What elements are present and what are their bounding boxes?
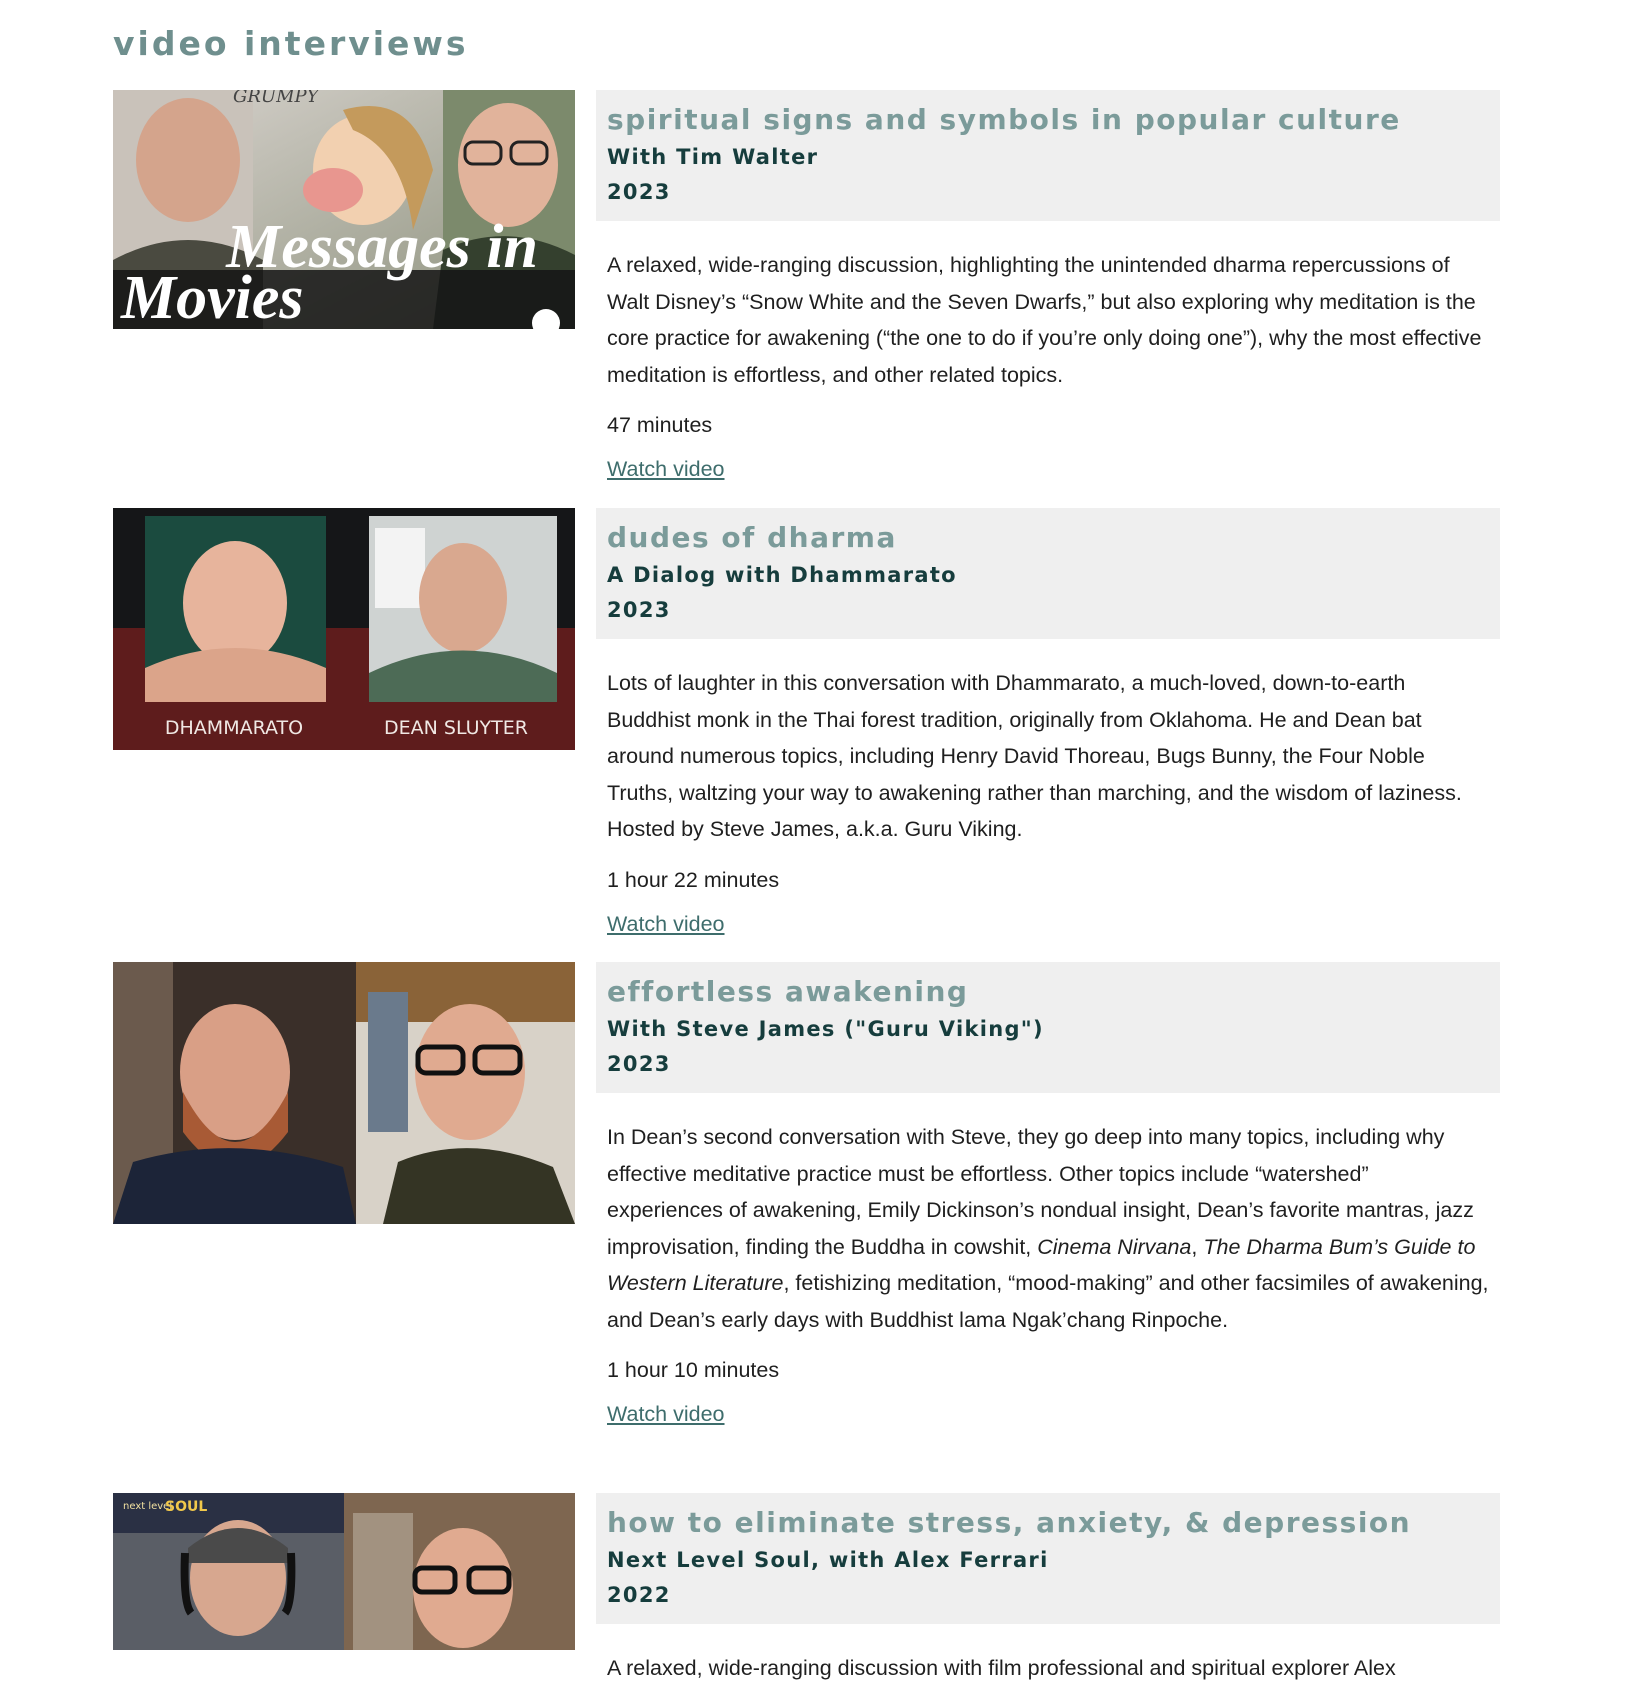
entry-year: 2023 <box>607 1052 671 1076</box>
entry-description: A relaxed, wide-ranging discussion, high… <box>607 253 1482 387</box>
entry-subtitle: Next Level Soul, with Alex Ferrari <box>607 1548 1049 1572</box>
entry-description: Lots of laughter in this conversation wi… <box>607 671 1462 841</box>
entry-info: spiritual signs and symbols in popular c… <box>596 90 1500 482</box>
thumb-text-line2: Movies <box>120 264 304 329</box>
video-thumbnail[interactable] <box>113 962 575 1224</box>
entry-title: dudes of dharma <box>607 521 897 554</box>
thumb-scribble: GRUMPY <box>233 90 321 107</box>
thumbnail-image: next level SOUL <box>113 1493 575 1650</box>
entry-year: 2023 <box>607 180 671 204</box>
thumbnail-image: DHAMMARATO DEAN SLUYTER <box>113 508 575 750</box>
entry-description: A relaxed, wide-ranging discussion with … <box>607 1656 1396 1680</box>
section-title: video interviews <box>113 24 469 63</box>
watch-video-link[interactable]: Watch video <box>607 1402 725 1427</box>
entry-info: how to eliminate stress, anxiety, & depr… <box>596 1493 1500 1687</box>
watch-video-link[interactable]: Watch video <box>607 457 725 482</box>
entry-duration: 1 hour 22 minutes <box>607 867 780 892</box>
entry-subtitle: A Dialog with Dhammarato <box>607 563 957 587</box>
entry-info: effortless awakening With Steve James ("… <box>596 962 1500 1427</box>
watch-video-link[interactable]: Watch video <box>607 912 725 937</box>
thumb-label-right: DEAN SLUYTER <box>384 717 528 739</box>
entry-duration: 47 minutes <box>607 413 713 437</box>
thumb-badge-big: SOUL <box>165 1499 207 1515</box>
video-thumbnail[interactable]: next level SOUL <box>113 1493 575 1650</box>
video-thumbnail[interactable]: DHAMMARATO DEAN SLUYTER <box>113 508 575 750</box>
entry-subtitle: With Tim Walter <box>607 145 819 169</box>
thumb-label-left: DHAMMARATO <box>165 717 303 739</box>
entry-year: 2022 <box>607 1583 671 1607</box>
book-title: Cinema Nirvana <box>1037 1234 1192 1259</box>
entry-duration: 1 hour 10 minutes <box>607 1358 780 1382</box>
entry-header: dudes of dharma A Dialog with Dhammarato… <box>596 508 1500 639</box>
entry-subtitle: With Steve James ("Guru Viking") <box>607 1017 1044 1041</box>
entry-title: effortless awakening <box>607 975 969 1008</box>
thumbnail-image <box>113 962 575 1224</box>
entry-description: In Dean’s second conversation with Steve… <box>607 1125 1489 1332</box>
entry-header: effortless awakening With Steve James ("… <box>596 962 1500 1093</box>
entry-title: spiritual signs and symbols in popular c… <box>607 103 1401 136</box>
thumbnail-image: GRUMPY Messages in Movies <box>113 90 575 329</box>
video-thumbnail[interactable]: GRUMPY Messages in Movies <box>113 90 575 329</box>
entry-title: how to eliminate stress, anxiety, & depr… <box>607 1506 1412 1539</box>
entry-info: dudes of dharma A Dialog with Dhammarato… <box>596 508 1500 937</box>
entry-header: spiritual signs and symbols in popular c… <box>596 90 1500 221</box>
entry-header: how to eliminate stress, anxiety, & depr… <box>596 1493 1500 1624</box>
entry-year: 2023 <box>607 598 671 622</box>
